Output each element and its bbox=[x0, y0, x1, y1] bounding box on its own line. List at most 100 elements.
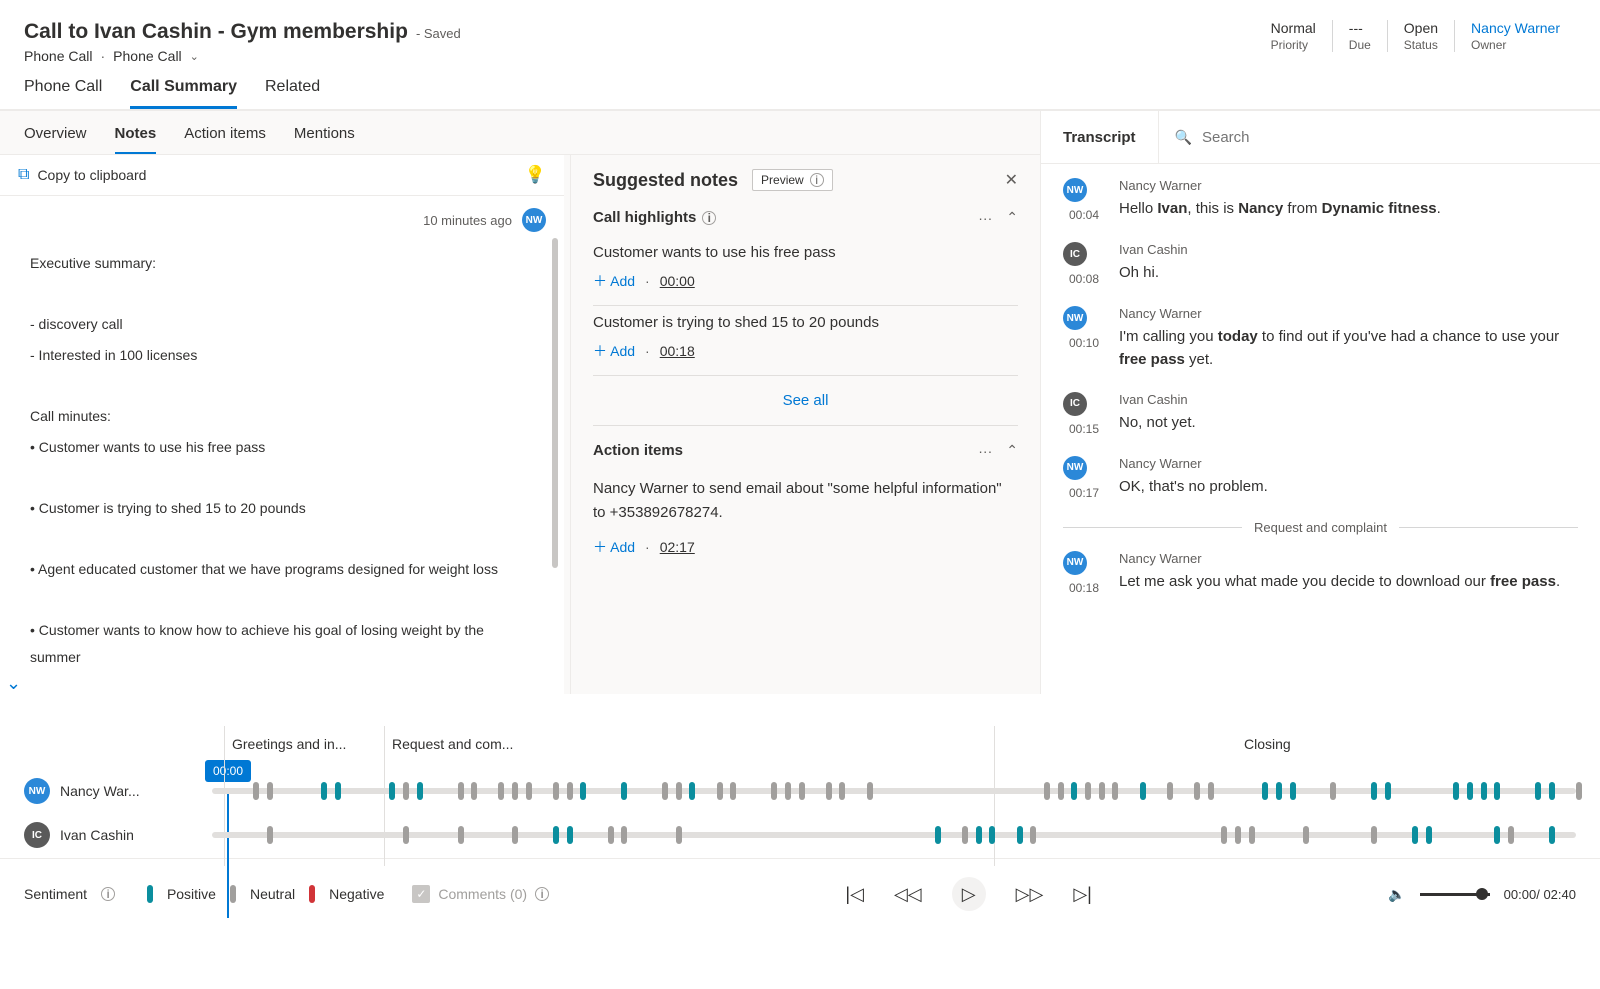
info-icon: i bbox=[810, 173, 824, 187]
timestamp[interactable]: 00:08 bbox=[1063, 272, 1105, 286]
tab-phone-call[interactable]: Phone Call bbox=[24, 78, 102, 109]
action-item-text: Nancy Warner to send email about "some h… bbox=[593, 477, 1018, 525]
avatar: NW bbox=[1063, 456, 1087, 480]
chevron-down-icon[interactable]: ⌄ bbox=[190, 50, 199, 63]
skip-end-button[interactable]: ▷| bbox=[1073, 884, 1092, 905]
copy-label: Copy to clipboard bbox=[37, 167, 146, 183]
chevron-up-icon[interactable]: ⌃ bbox=[1006, 442, 1018, 459]
speaker-track-label: Ivan Cashin bbox=[60, 827, 134, 843]
add-button[interactable]: ＋ Add bbox=[593, 537, 635, 557]
breadcrumb-type: Phone Call bbox=[24, 48, 93, 64]
segment-request[interactable]: Request and com... bbox=[392, 736, 513, 752]
chevron-up-icon[interactable]: ⌃ bbox=[1006, 209, 1018, 226]
forward-button[interactable]: ▷▷ bbox=[1016, 884, 1044, 905]
timestamp[interactable]: 00:15 bbox=[1063, 422, 1105, 436]
speaker-name: Ivan Cashin bbox=[1119, 392, 1578, 407]
info-icon[interactable]: i bbox=[702, 211, 716, 225]
scrollbar[interactable] bbox=[552, 238, 558, 568]
speaker-track-ivan[interactable] bbox=[212, 832, 1576, 838]
volume-slider[interactable] bbox=[1420, 893, 1490, 896]
search-icon: 🔍 bbox=[1175, 129, 1192, 146]
breadcrumb-separator: · bbox=[101, 48, 106, 64]
info-icon[interactable]: i bbox=[535, 887, 549, 901]
note-body[interactable]: Executive summary: - discovery call - In… bbox=[0, 238, 564, 694]
speaker-name: Nancy Warner bbox=[1119, 456, 1578, 471]
timestamp[interactable]: 00:10 bbox=[1063, 336, 1105, 350]
avatar: NW bbox=[1063, 178, 1087, 202]
subtab-mentions[interactable]: Mentions bbox=[294, 125, 355, 154]
speaker-name: Nancy Warner bbox=[1119, 178, 1578, 193]
due-value[interactable]: --- bbox=[1349, 20, 1371, 36]
info-icon[interactable]: i bbox=[101, 887, 115, 901]
page-title: Call to Ivan Cashin - Gym membership bbox=[24, 20, 408, 44]
more-icon[interactable]: ··· bbox=[978, 210, 992, 226]
status-value[interactable]: Open bbox=[1404, 20, 1438, 36]
priority-label: Priority bbox=[1271, 38, 1316, 52]
transcript-text: I'm calling you today to find out if you… bbox=[1119, 325, 1578, 372]
segment-greetings[interactable]: Greetings and in... bbox=[232, 736, 346, 752]
suggested-notes-title: Suggested notes bbox=[593, 170, 738, 191]
tab-call-summary[interactable]: Call Summary bbox=[130, 78, 237, 109]
section-divider: Request and complaint bbox=[1254, 520, 1387, 535]
negative-swatch bbox=[309, 885, 315, 903]
transcript-title: Transcript bbox=[1041, 113, 1158, 162]
avatar: IC bbox=[1063, 392, 1087, 416]
action-items-heading: Action items bbox=[593, 442, 683, 459]
checkbox-icon[interactable]: ✓ bbox=[412, 885, 430, 903]
speaker-track-nancy[interactable] bbox=[212, 788, 1576, 794]
breadcrumb-entity[interactable]: Phone Call bbox=[113, 48, 182, 64]
search-input[interactable] bbox=[1202, 129, 1584, 146]
time-display: 00:00/ 02:40 bbox=[1504, 887, 1576, 902]
skip-start-button[interactable]: |◁ bbox=[845, 884, 864, 905]
preview-badge[interactable]: Previewi bbox=[752, 169, 833, 191]
subtab-overview[interactable]: Overview bbox=[24, 125, 87, 154]
status-label: Status bbox=[1404, 38, 1438, 52]
lightbulb-icon[interactable]: 💡 bbox=[525, 165, 546, 185]
segment-closing[interactable]: Closing bbox=[1244, 736, 1291, 752]
playhead[interactable]: 00:00 bbox=[205, 760, 251, 918]
timestamp-link[interactable]: 02:17 bbox=[660, 539, 695, 555]
chevron-down-icon[interactable]: ⌄ bbox=[6, 666, 21, 700]
close-icon[interactable]: ✕ bbox=[1005, 170, 1018, 190]
owner-label: Owner bbox=[1471, 38, 1560, 52]
priority-value[interactable]: Normal bbox=[1271, 20, 1316, 36]
volume-icon[interactable]: 🔈 bbox=[1388, 886, 1405, 903]
saved-indicator: - Saved bbox=[416, 26, 461, 41]
timestamp-link[interactable]: 00:00 bbox=[660, 273, 695, 289]
due-label: Due bbox=[1349, 38, 1371, 52]
add-button[interactable]: ＋ Add bbox=[593, 271, 635, 291]
speaker-name: Nancy Warner bbox=[1119, 551, 1578, 566]
subtab-notes[interactable]: Notes bbox=[115, 125, 157, 154]
transcript-text: Oh hi. bbox=[1119, 261, 1578, 284]
timestamp[interactable]: 00:17 bbox=[1063, 486, 1105, 500]
timestamp[interactable]: 00:04 bbox=[1063, 208, 1105, 222]
add-button[interactable]: ＋ Add bbox=[593, 341, 635, 361]
avatar: IC bbox=[24, 822, 50, 848]
comments-toggle[interactable]: ✓ Comments (0) i bbox=[412, 885, 549, 903]
note-timestamp: 10 minutes ago bbox=[423, 213, 512, 228]
owner-value[interactable]: Nancy Warner bbox=[1471, 20, 1560, 36]
transcript-text: Hello Ivan, this is Nancy from Dynamic f… bbox=[1119, 197, 1578, 220]
speaker-name: Ivan Cashin bbox=[1119, 242, 1578, 257]
highlight-text: Customer is trying to shed 15 to 20 poun… bbox=[593, 314, 1018, 331]
avatar[interactable]: NW bbox=[522, 208, 546, 232]
tab-related[interactable]: Related bbox=[265, 78, 320, 109]
see-all-link[interactable]: See all bbox=[593, 376, 1018, 426]
speaker-name: Nancy Warner bbox=[1119, 306, 1578, 321]
subtab-action-items[interactable]: Action items bbox=[184, 125, 266, 154]
call-highlights-heading: Call highlights i bbox=[593, 209, 716, 226]
positive-swatch bbox=[147, 885, 153, 903]
timestamp-link[interactable]: 00:18 bbox=[660, 343, 695, 359]
transcript-text: OK, that's no problem. bbox=[1119, 475, 1578, 498]
sentiment-label: Sentiment bbox=[24, 886, 87, 902]
more-icon[interactable]: ··· bbox=[978, 443, 992, 459]
avatar: NW bbox=[1063, 306, 1087, 330]
copy-to-clipboard-button[interactable]: ⧉ Copy to clipboard bbox=[18, 166, 146, 184]
rewind-button[interactable]: ◁◁ bbox=[894, 884, 922, 905]
avatar: NW bbox=[1063, 551, 1087, 575]
speaker-track-label: Nancy War... bbox=[60, 783, 140, 799]
timestamp[interactable]: 00:18 bbox=[1063, 581, 1105, 595]
playhead-time: 00:00 bbox=[205, 760, 251, 782]
play-button[interactable]: ▷ bbox=[952, 877, 986, 911]
avatar: NW bbox=[24, 778, 50, 804]
